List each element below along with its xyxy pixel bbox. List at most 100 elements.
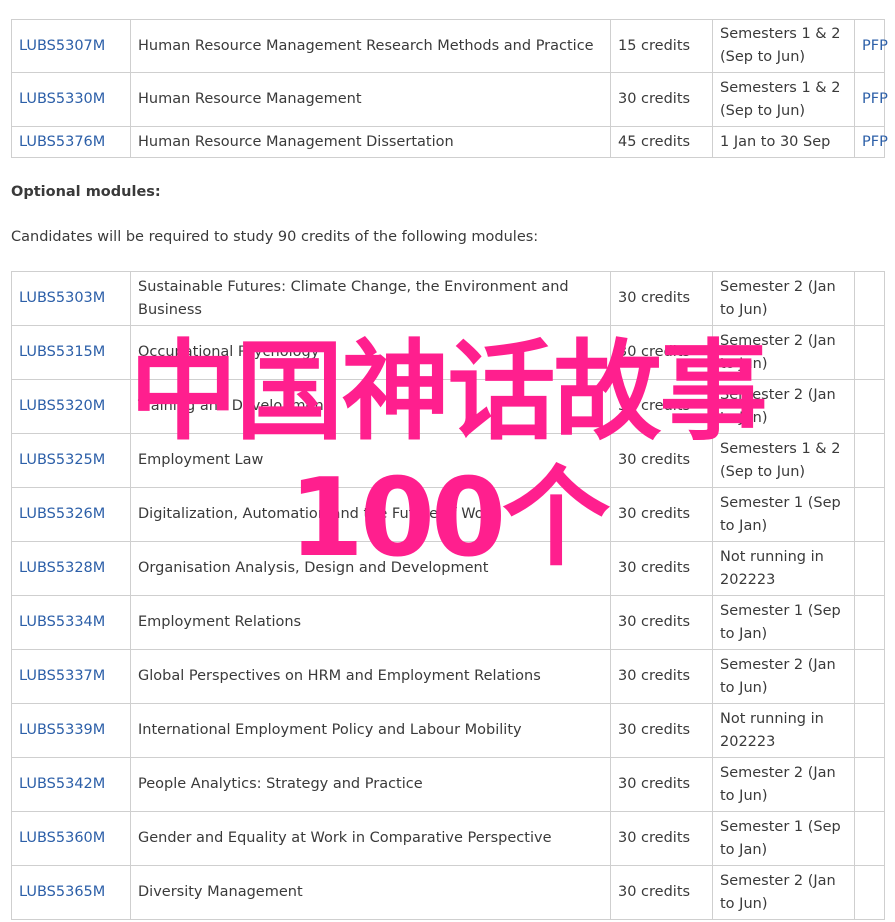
module-semester: Semesters 1 & 2 (Sep to Jun) bbox=[712, 19, 855, 73]
module-code[interactable]: LUBS5342M bbox=[11, 757, 131, 812]
table-row: LUBS5330M Human Resource Management 30 cre… bbox=[11, 72, 888, 127]
optional-modules-heading: Optional modules: bbox=[11, 184, 161, 200]
module-code-link[interactable]: LUBS5330M bbox=[19, 91, 105, 107]
module-code-link[interactable]: LUBS5326M bbox=[19, 506, 105, 522]
module-semester: Semester 2 (Jan to Jun) bbox=[712, 865, 855, 920]
module-title: Human Resource Management Research Metho… bbox=[130, 19, 611, 73]
module-pfp[interactable]: PFP bbox=[854, 72, 888, 127]
module-empty-cell bbox=[854, 649, 885, 704]
optional-modules-table: LUBS5303M Sustainable Futures: Climate Ch… bbox=[11, 271, 885, 920]
module-title: Gender and Equality at Work in Comparati… bbox=[130, 811, 611, 866]
module-code-link[interactable]: LUBS5360M bbox=[19, 830, 105, 846]
module-title: Digitalization, Automation and the Futur… bbox=[130, 487, 611, 542]
table-row: LUBS5325M Employment Law 30 credits Semeste… bbox=[11, 433, 885, 488]
module-empty-cell bbox=[854, 865, 885, 920]
module-credits: 30 credits bbox=[610, 811, 713, 866]
module-empty-cell bbox=[854, 541, 885, 596]
module-credits: 30 credits bbox=[610, 649, 713, 704]
module-credits: 30 credits bbox=[610, 865, 713, 920]
module-credits: 30 credits bbox=[610, 541, 713, 596]
module-semester: 1 Jan to 30 Sep bbox=[712, 126, 855, 158]
module-code[interactable]: LUBS5339M bbox=[11, 703, 131, 758]
module-code-link[interactable]: LUBS5320M bbox=[19, 398, 105, 414]
module-code[interactable]: LUBS5320M bbox=[11, 379, 131, 434]
module-pfp-link[interactable]: PFP bbox=[862, 91, 888, 107]
module-code[interactable]: LUBS5376M bbox=[11, 126, 131, 158]
module-semester: Semester 2 (Jan to Jun) bbox=[712, 757, 855, 812]
module-empty-cell bbox=[854, 325, 885, 380]
module-credits: 30 credits bbox=[610, 703, 713, 758]
table-row: LUBS5315M Occupational Psychology 30 credi… bbox=[11, 325, 885, 380]
table-row: LUBS5307M Human Resource Management Resea… bbox=[11, 19, 888, 73]
table-row: LUBS5320M Training and Development 30 cred… bbox=[11, 379, 885, 434]
module-title: Sustainable Futures: Climate Change, the… bbox=[130, 271, 611, 326]
module-credits: 30 credits bbox=[610, 757, 713, 812]
module-empty-cell bbox=[854, 487, 885, 542]
module-code[interactable]: LUBS5334M bbox=[11, 595, 131, 650]
module-credits: 30 credits bbox=[610, 72, 713, 127]
module-semester: Semester 1 (Sep to Jan) bbox=[712, 811, 855, 866]
module-credits: 30 credits bbox=[610, 379, 713, 434]
module-title: Employment Law bbox=[130, 433, 611, 488]
module-code-link[interactable]: LUBS5365M bbox=[19, 884, 105, 900]
module-code[interactable]: LUBS5365M bbox=[11, 865, 131, 920]
module-code[interactable]: LUBS5360M bbox=[11, 811, 131, 866]
module-code[interactable]: LUBS5337M bbox=[11, 649, 131, 704]
module-semester: Semesters 1 & 2 (Sep to Jun) bbox=[712, 433, 855, 488]
module-pfp-link[interactable]: PFP bbox=[862, 134, 888, 150]
module-semester: Semester 2 (Jan to Jun) bbox=[712, 649, 855, 704]
core-modules-table: LUBS5307M Human Resource Management Resea… bbox=[11, 19, 888, 158]
table-row: LUBS5303M Sustainable Futures: Climate Ch… bbox=[11, 271, 885, 326]
module-empty-cell bbox=[854, 811, 885, 866]
module-code-link[interactable]: LUBS5328M bbox=[19, 560, 105, 576]
module-code-link[interactable]: LUBS5315M bbox=[19, 344, 105, 360]
module-code[interactable]: LUBS5303M bbox=[11, 271, 131, 326]
module-title: People Analytics: Strategy and Practice bbox=[130, 757, 611, 812]
module-code-link[interactable]: LUBS5334M bbox=[19, 614, 105, 630]
module-empty-cell bbox=[854, 271, 885, 326]
table-row: LUBS5334M Employment Relations 30 credits S… bbox=[11, 595, 885, 650]
module-code-link[interactable]: LUBS5325M bbox=[19, 452, 105, 468]
module-credits: 30 credits bbox=[610, 595, 713, 650]
module-pfp-link[interactable]: PFP bbox=[862, 38, 888, 54]
module-empty-cell bbox=[854, 595, 885, 650]
module-code-link[interactable]: LUBS5376M bbox=[19, 134, 105, 150]
module-title: Occupational Psychology bbox=[130, 325, 611, 380]
module-code[interactable]: LUBS5307M bbox=[11, 19, 131, 73]
module-code-link[interactable]: LUBS5303M bbox=[19, 290, 105, 306]
module-pfp[interactable]: PFP bbox=[854, 126, 888, 158]
module-empty-cell bbox=[854, 379, 885, 434]
module-title: International Employment Policy and Labo… bbox=[130, 703, 611, 758]
table-row: LUBS5328M Organisation Analysis, Design a… bbox=[11, 541, 885, 596]
module-credits: 15 credits bbox=[610, 19, 713, 73]
module-title: Global Perspectives on HRM and Employmen… bbox=[130, 649, 611, 704]
module-code-link[interactable]: LUBS5337M bbox=[19, 668, 105, 684]
module-code-link[interactable]: LUBS5342M bbox=[19, 776, 105, 792]
module-code[interactable]: LUBS5326M bbox=[11, 487, 131, 542]
module-code-link[interactable]: LUBS5307M bbox=[19, 38, 105, 54]
module-title: Training and Development bbox=[130, 379, 611, 434]
module-title: Human Resource Management bbox=[130, 72, 611, 127]
optional-modules-description: Candidates will be required to study 90 … bbox=[11, 229, 539, 245]
module-semester: Semester 2 (Jan to Jun) bbox=[712, 271, 855, 326]
module-semester: Semester 1 (Sep to Jan) bbox=[712, 595, 855, 650]
table-row: LUBS5326M Digitalization, Automation and … bbox=[11, 487, 885, 542]
module-semester: Semesters 1 & 2 (Sep to Jun) bbox=[712, 72, 855, 127]
table-row: LUBS5376M Human Resource Management Disse… bbox=[11, 126, 888, 158]
module-code[interactable]: LUBS5328M bbox=[11, 541, 131, 596]
table-row: LUBS5360M Gender and Equality at Work in … bbox=[11, 811, 885, 866]
module-title: Diversity Management bbox=[130, 865, 611, 920]
module-semester: Semester 2 (Jan to Jun) bbox=[712, 325, 855, 380]
module-code[interactable]: LUBS5315M bbox=[11, 325, 131, 380]
table-row: LUBS5339M International Employment Policy… bbox=[11, 703, 885, 758]
module-title: Organisation Analysis, Design and Develo… bbox=[130, 541, 611, 596]
module-code[interactable]: LUBS5330M bbox=[11, 72, 131, 127]
module-credits: 30 credits bbox=[610, 433, 713, 488]
module-code[interactable]: LUBS5325M bbox=[11, 433, 131, 488]
module-pfp[interactable]: PFP bbox=[854, 19, 888, 73]
module-empty-cell bbox=[854, 703, 885, 758]
module-credits: 30 credits bbox=[610, 271, 713, 326]
module-empty-cell bbox=[854, 433, 885, 488]
module-code-link[interactable]: LUBS5339M bbox=[19, 722, 105, 738]
module-semester: Semester 1 (Sep to Jan) bbox=[712, 487, 855, 542]
